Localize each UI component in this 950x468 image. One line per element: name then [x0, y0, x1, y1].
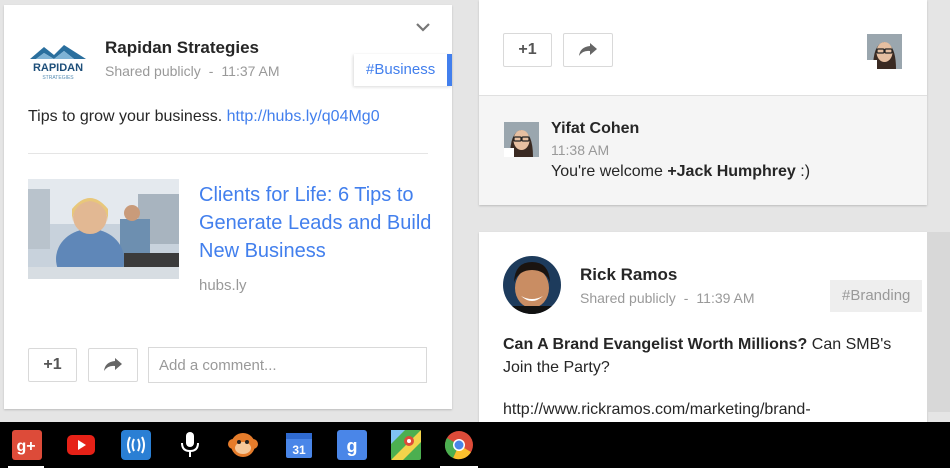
youtube-icon[interactable]	[66, 430, 96, 460]
commenter-avatar[interactable]	[867, 34, 902, 69]
comment-text-prefix: You're welcome	[551, 163, 668, 180]
mention-link[interactable]: +Jack Humphrey	[667, 163, 796, 180]
share-button[interactable]	[88, 348, 138, 382]
microphone-icon[interactable]	[175, 430, 205, 460]
hangouts-wave-icon[interactable]	[121, 430, 151, 460]
post-card-comments: +1 Yifat Cohen 11:38 AM You're welcome +…	[479, 0, 927, 205]
divider	[28, 153, 428, 154]
post-card-rapidan: RAPIDAN STRATEGIES Rapidan Strategies Sh…	[4, 5, 453, 409]
timestamp[interactable]: 11:37 AM	[221, 63, 279, 79]
post-link[interactable]: http://www.rickramos.com/marketing/brand…	[503, 401, 811, 419]
link-title[interactable]: Clients for Life: 6 Tips to Generate Lea…	[199, 181, 434, 265]
app-shelf: g+ 31 g	[0, 422, 950, 468]
visibility-label[interactable]: Shared publicly	[580, 290, 676, 306]
post-meta: Shared publicly -11:37 AM	[105, 63, 288, 79]
post-link[interactable]: http://hubs.ly/q04Mg0	[227, 108, 380, 125]
post-text: Tips to grow your business. http://hubs.…	[28, 108, 380, 126]
post-card-rick-ramos: Rick Ramos Shared publicly -11:39 AM #Bra…	[479, 232, 927, 432]
comment-text: You're welcome +Jack Humphrey :)	[551, 163, 810, 181]
author-name[interactable]: Rapidan Strategies	[105, 38, 259, 58]
scroll-edge	[927, 232, 950, 412]
commenter-avatar[interactable]	[504, 122, 539, 157]
post-headline: Can A Brand Evangelist Worth Millions?	[503, 336, 808, 353]
google-plus-icon[interactable]: g+	[12, 430, 42, 460]
hashtag-business[interactable]: #Business	[354, 54, 453, 86]
rapidan-logo: RAPIDAN STRATEGIES	[30, 45, 86, 81]
meta-separator: -	[208, 63, 214, 79]
link-thumbnail[interactable]	[28, 179, 179, 279]
chrome-icon[interactable]	[444, 430, 474, 460]
comments-section: Yifat Cohen 11:38 AM You're welcome +Jac…	[479, 95, 927, 205]
post-text: Can A Brand Evangelist Worth Millions? C…	[503, 333, 903, 379]
author-name[interactable]: Rick Ramos	[580, 265, 677, 285]
link-domain: hubs.ly	[199, 277, 247, 294]
plus-one-button[interactable]: +1	[28, 348, 77, 382]
svg-text:g: g	[347, 436, 358, 456]
author-avatar[interactable]	[503, 256, 561, 314]
hashtag-branding[interactable]: #Branding	[830, 280, 923, 312]
comment-time[interactable]: 11:38 AM	[551, 142, 609, 158]
calendar-icon[interactable]: 31	[284, 430, 314, 460]
svg-text:STRATEGIES: STRATEGIES	[42, 75, 74, 81]
post-meta: Shared publicly -11:39 AM	[580, 290, 763, 306]
comment-author[interactable]: Yifat Cohen	[551, 120, 639, 138]
share-icon	[579, 43, 597, 56]
comment-box[interactable]	[148, 347, 427, 383]
chevron-down-icon[interactable]	[414, 21, 432, 33]
post-body: Tips to grow your business.	[28, 108, 223, 125]
comment-input[interactable]	[159, 357, 416, 374]
visibility-label[interactable]: Shared publicly	[105, 63, 201, 79]
meta-separator: -	[683, 290, 689, 306]
svg-text:RAPIDAN: RAPIDAN	[33, 62, 83, 74]
svg-text:31: 31	[292, 443, 306, 457]
comment-text-suffix: :)	[795, 163, 811, 180]
google-search-icon[interactable]: g	[337, 430, 367, 460]
plus-one-button[interactable]: +1	[503, 33, 552, 67]
monkey-icon[interactable]	[228, 430, 258, 460]
svg-text:g+: g+	[16, 438, 35, 455]
share-icon	[104, 358, 122, 371]
timestamp[interactable]: 11:39 AM	[696, 290, 754, 306]
maps-icon[interactable]	[391, 430, 421, 460]
share-button[interactable]	[563, 33, 613, 67]
post-actions-bar: +1	[479, 0, 927, 95]
